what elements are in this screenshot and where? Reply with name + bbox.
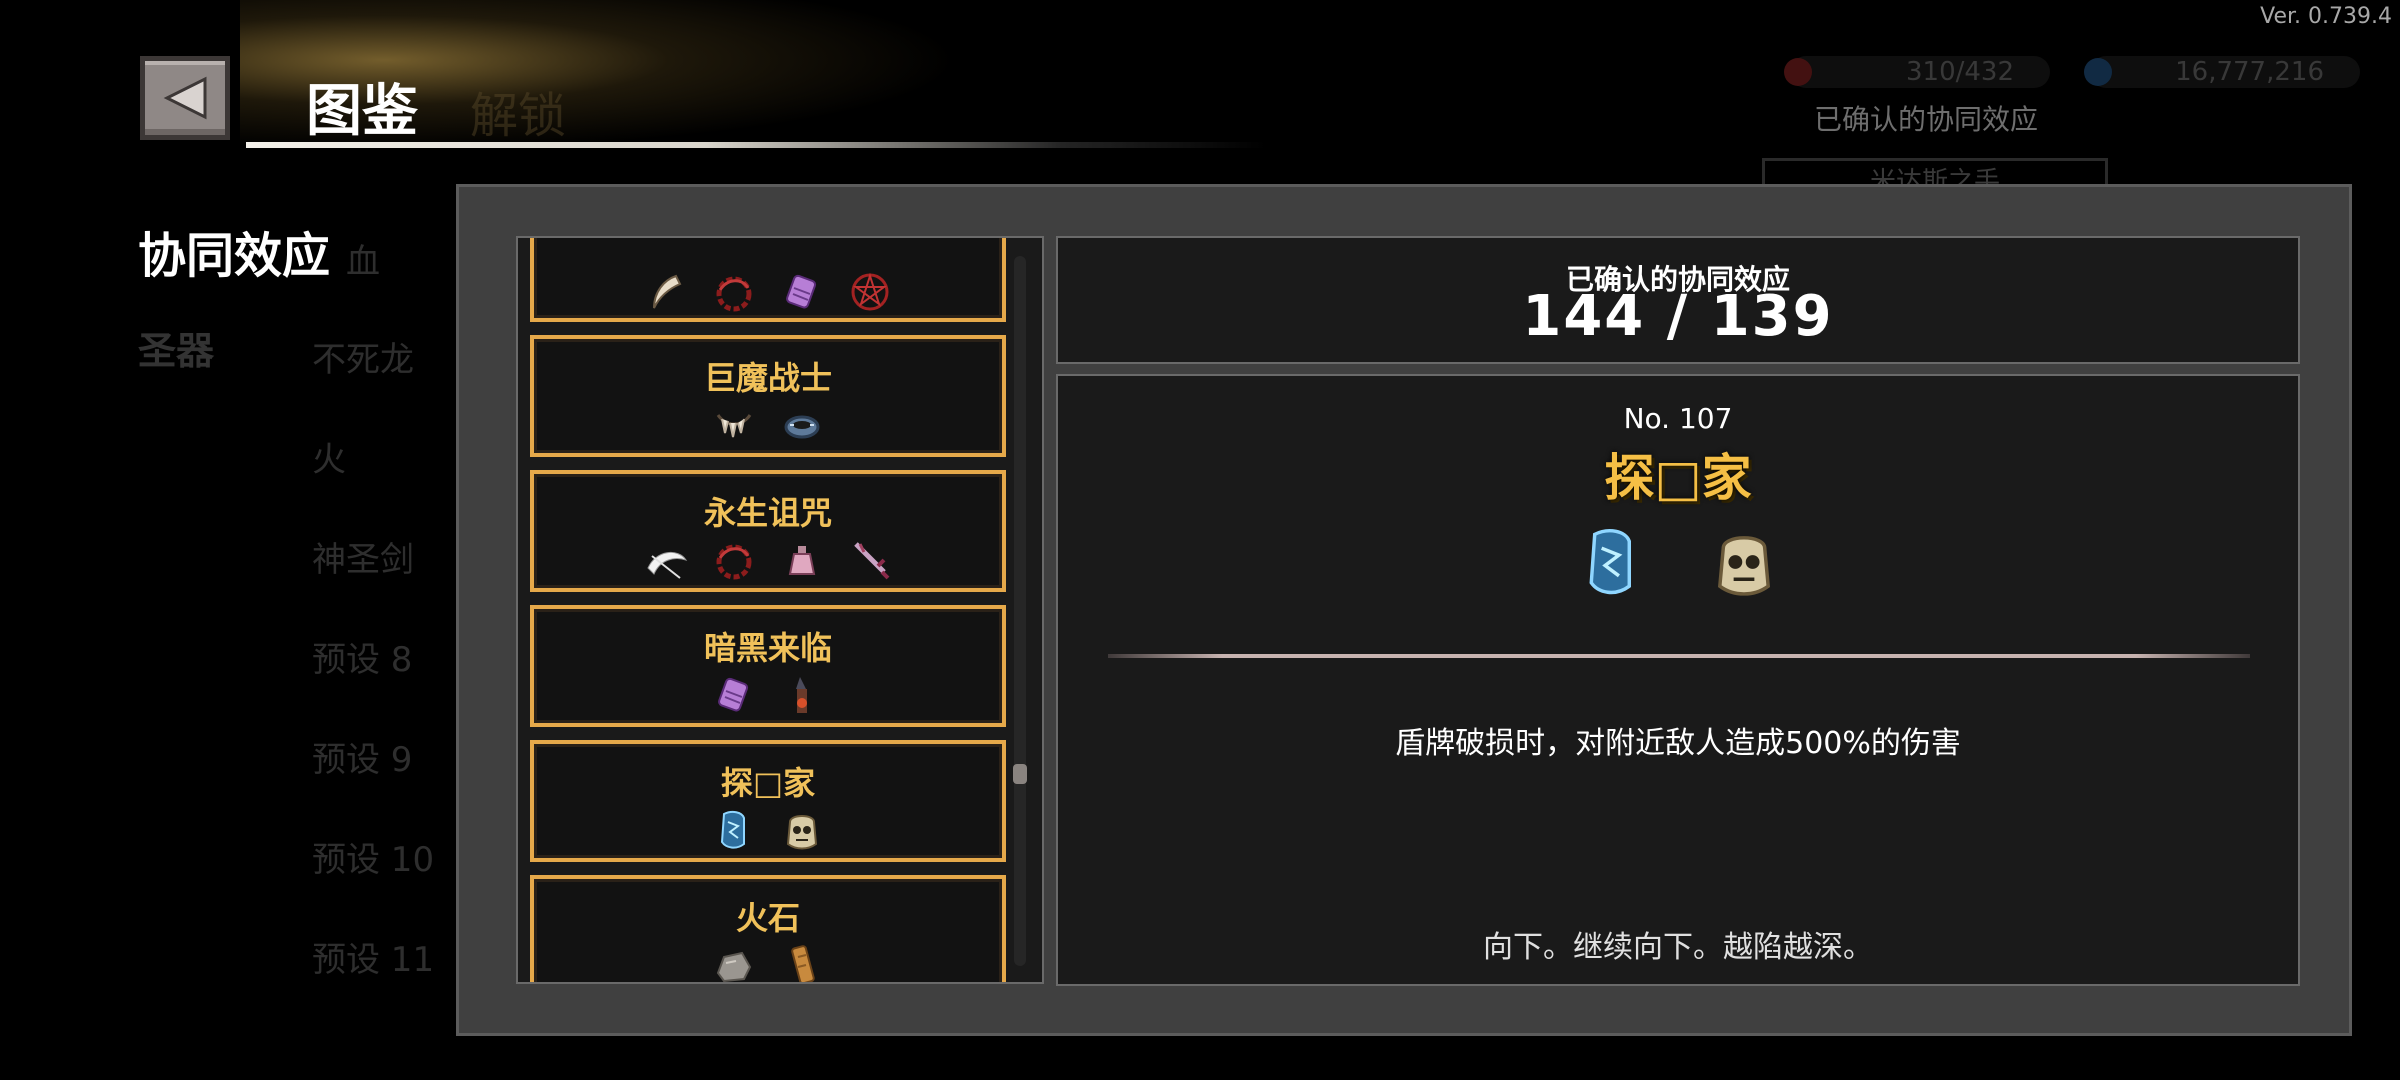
flint-stone-icon: [712, 943, 756, 984]
faded-item-3: 神圣剑: [312, 540, 414, 580]
synergy-effect: 盾牌破损时，对附近敌人造成500%的伤害: [1395, 726, 1961, 761]
tooth-necklace-icon: [712, 403, 756, 447]
detail-divider: [1108, 654, 2250, 658]
cursed-sword-icon: [848, 538, 892, 582]
resource-value-1: 310/432: [1905, 57, 2014, 87]
synergy-detail: No. 107 探□家 盾牌破损时，对附近敌人造成500%的伤害 向下。继续向下…: [1056, 374, 2300, 986]
synergy-entry[interactable]: [530, 238, 1006, 322]
synergy-entry-name: 永生诅咒: [703, 494, 832, 532]
synergy-entry-icons: [534, 538, 1002, 582]
header-underline: [246, 142, 1266, 148]
red-swirl-icon: [712, 538, 756, 582]
synergy-entry-icons: [534, 270, 1002, 314]
synergy-list-items: 巨魔战士永生诅咒暗黑来临探□家火石: [530, 238, 1006, 984]
blue-scroll-icon: [712, 808, 756, 852]
ruby-icon: [1784, 58, 1812, 86]
blue-scroll-icon: [1574, 522, 1650, 602]
faded-item-7: 预设 11: [312, 940, 435, 980]
synergy-entry-name: 探□家: [720, 764, 816, 802]
synergy-entry-name: 火石: [735, 899, 800, 937]
synergy-entry-name: 巨魔战士: [703, 359, 832, 397]
synergy-name: 探□家: [1604, 449, 1752, 507]
resource-bar-1: 310/432: [1784, 56, 2050, 88]
synergy-number: No. 107: [1623, 402, 1733, 435]
potion-icon: [780, 538, 824, 582]
back-button[interactable]: [140, 56, 230, 140]
back-arrow-icon: [163, 76, 207, 120]
synergy-flavor-text: 向下。继续向下。越陷越深。: [1483, 930, 1873, 965]
synergy-entry[interactable]: 探□家: [530, 740, 1006, 862]
steel-ring-icon: [780, 403, 824, 447]
synergy-entry-icons: [534, 403, 1002, 447]
background-confirmed-label: 已确认的协同效应: [1814, 103, 2039, 136]
synergy-entry-name: 暗黑来临: [703, 629, 832, 667]
synergy-entry-icons: [534, 808, 1002, 852]
faded-item-0: 血: [346, 242, 380, 282]
red-swirl-icon: [712, 270, 756, 314]
faded-item-4: 预设 8: [312, 640, 413, 680]
list-scrollbar[interactable]: [1013, 256, 1027, 966]
faded-item-6: 预设 10: [312, 840, 435, 880]
confirmed-count: 144 / 139: [1522, 284, 1834, 349]
faded-item-1: 不死龙: [312, 340, 414, 380]
version-label: Ver. 0.739.4: [2260, 4, 2392, 29]
scythe-icon: [644, 538, 688, 582]
synergy-entry[interactable]: 巨魔战士: [530, 335, 1006, 457]
synergy-entry-icons: [534, 943, 1002, 984]
claw-icon: [644, 270, 688, 314]
resource-value-2: 16,777,216: [2175, 57, 2324, 87]
wooden-stick-icon: [780, 943, 824, 984]
gem-icon: [2084, 58, 2112, 86]
sidebar-item-relics[interactable]: 圣器: [138, 320, 214, 375]
faded-tab-label: 解锁: [470, 88, 567, 144]
skull-bag-icon: [780, 808, 824, 852]
confirmed-summary: 已确认的协同效应 144 / 139: [1056, 236, 2300, 364]
synergy-item-icons: [1058, 522, 2298, 602]
dark-torch-icon: [780, 673, 824, 717]
faded-item-2: 火: [312, 440, 346, 480]
page-title: 图鉴: [306, 79, 418, 144]
skull-bag-icon: [1706, 522, 1782, 602]
synergy-entry[interactable]: 永生诅咒: [530, 470, 1006, 592]
resource-bar-2: 16,777,216: [2084, 56, 2360, 88]
synergy-list[interactable]: 巨魔战士永生诅咒暗黑来临探□家火石: [516, 236, 1044, 984]
pentagram-icon: [848, 270, 892, 314]
faded-item-5: 预设 9: [312, 740, 413, 780]
synergy-entry[interactable]: 火石: [530, 875, 1006, 984]
synergy-entry-icons: [534, 673, 1002, 717]
purple-scroll-icon: [712, 673, 756, 717]
purple-scroll-icon: [780, 270, 824, 314]
synergy-entry[interactable]: 暗黑来临: [530, 605, 1006, 727]
sidebar-title[interactable]: 协同效应: [138, 216, 330, 286]
scrollbar-thumb[interactable]: [1013, 764, 1027, 784]
